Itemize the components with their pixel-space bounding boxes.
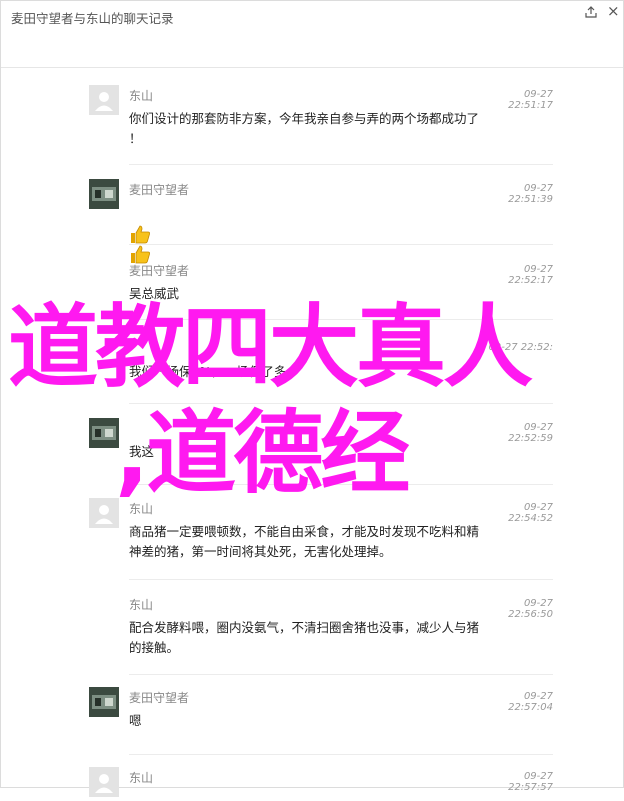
message-time: 09-27 22:54:52	[508, 502, 553, 524]
message-text: 我这	[129, 444, 155, 459]
message-time: 09-27 22:57:57	[508, 771, 553, 793]
message-emoji	[129, 203, 529, 264]
message-time: 09-27 22:56:50	[508, 598, 553, 620]
sender-name: 东山	[129, 89, 154, 103]
share-icon[interactable]	[584, 5, 598, 19]
message-divider	[129, 403, 553, 404]
message-text: 你们设计的那套防非方案，今年我亲自参与弄的两个场都成功了 ！	[129, 111, 480, 146]
message-time: 09-27 22:57:04	[508, 691, 553, 713]
message-time: 09-27 22:51:17	[508, 89, 553, 111]
sender-name: 东山	[129, 771, 154, 785]
message-divider	[129, 244, 553, 245]
message-time: 09-27 22:52:17	[508, 264, 553, 286]
default-avatar-icon	[89, 767, 119, 797]
sender-name: 东山	[129, 598, 154, 612]
thumbs-up-icon	[131, 225, 150, 243]
message-divider	[129, 754, 553, 755]
message-text: 商品猪一定要喂顿数，不能自由采食，才能及时发现不吃料和精 神差的猪，第一时间将其…	[129, 524, 480, 559]
message-time: 09-27 22:51:39	[508, 183, 553, 205]
message-time: 09-27 22:52:	[488, 342, 553, 353]
photo-avatar	[89, 687, 119, 717]
message-divider	[129, 484, 553, 485]
sender-name: 麦田守望者	[129, 691, 190, 705]
photo-avatar	[89, 418, 119, 448]
message-divider	[129, 674, 553, 675]
message-text: 嗯	[129, 713, 142, 728]
message-divider	[129, 319, 553, 320]
message-time: 09-27 22:52:59	[508, 422, 553, 444]
title-bar: 麦田守望者与东山的聊天记录 ×	[1, 1, 623, 68]
chat-window: 麦田守望者与东山的聊天记录 × 东山 09-27 22:51:17 你们设计的那…	[0, 0, 624, 797]
photo-avatar	[89, 179, 119, 209]
sender-name: 麦田守望者	[129, 264, 190, 278]
sender-name: 东山	[129, 502, 154, 516]
message-text: 吴总威武	[129, 286, 180, 301]
close-icon[interactable]: ×	[607, 3, 620, 19]
message-divider	[129, 164, 553, 165]
message-divider	[129, 579, 553, 580]
default-avatar-icon	[89, 498, 119, 528]
message-text: 我们一场保5%，一场保了多个	[129, 364, 299, 379]
window-title: 麦田守望者与东山的聊天记录	[11, 11, 174, 26]
sender-name: 麦田守望者	[129, 183, 190, 197]
default-avatar-icon	[89, 85, 119, 115]
message-text: 配合发酵料喂，圈内没氨气，不清扫圈舍猪也没事，减少人与猪 的接触。	[129, 620, 480, 655]
thumbs-up-icon	[131, 245, 150, 264]
